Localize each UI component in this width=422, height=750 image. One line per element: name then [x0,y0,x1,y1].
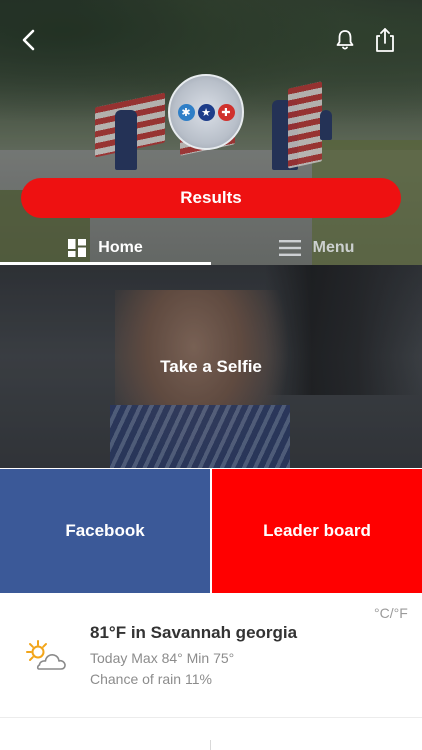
hero-header: ✱ ★ ✚ Results Home Menu [0,0,422,265]
tab-menu[interactable]: Menu [211,230,422,265]
bell-icon [336,30,354,50]
share-icon [376,28,394,52]
weather-widget: °C/°F 81°F in Savannah georgia Today Max… [0,593,422,718]
partly-cloudy-icon [24,639,68,678]
weather-title: 81°F in Savannah georgia [90,623,298,642]
tab-home-label: Home [98,239,143,256]
facebook-tile[interactable]: Facebook [0,469,210,593]
facebook-label: Facebook [65,521,145,540]
chevron-left-icon [22,29,35,51]
leaderboard-tile[interactable]: Leader board [212,469,422,593]
weather-minmax: Today Max 84° Min 75° [90,650,235,666]
back-button[interactable] [14,26,42,54]
notifications-button[interactable] [331,26,359,54]
take-selfie-tile[interactable]: Take a Selfie [0,265,422,468]
fire-department-icon: ✚ [217,103,235,121]
screen: ✱ ★ ✚ Results Home Menu Take a Selfie Fa… [0,0,422,750]
share-button[interactable] [371,26,399,54]
take-selfie-label: Take a Selfie [160,356,262,376]
tab-menu-label: Menu [312,239,355,256]
star-icon: ★ [197,103,215,121]
tab-bar: Home Menu [0,230,422,265]
results-button[interactable]: Results [21,178,401,218]
leaderboard-label: Leader board [263,521,371,540]
grid-icon [68,239,87,257]
tab-home[interactable]: Home [0,230,211,265]
event-logo: ✱ ★ ✚ [168,74,244,150]
weather-rain-chance: Chance of rain 11% [90,671,212,687]
temperature-unit-toggle[interactable]: °C/°F [374,605,408,621]
star-of-life-icon: ✱ [177,103,195,121]
divider [210,740,211,750]
hamburger-icon [278,240,301,256]
